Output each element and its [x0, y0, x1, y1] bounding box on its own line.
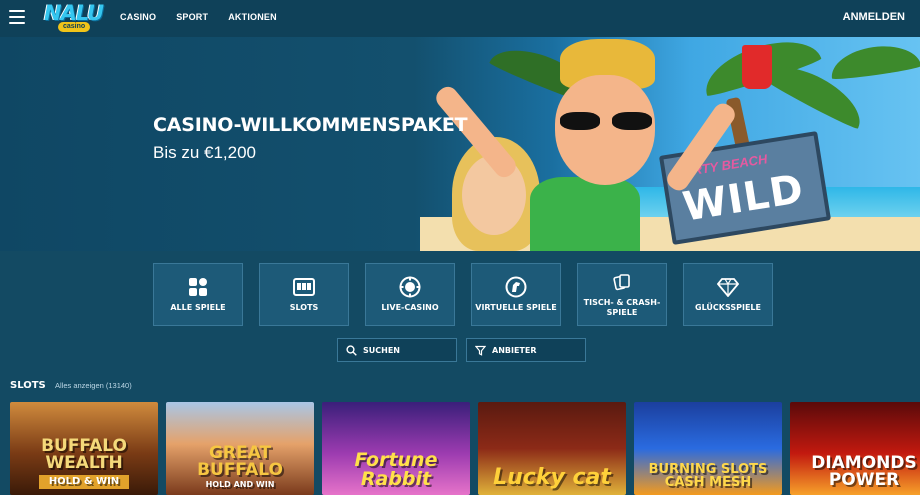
provider-label: ANBIETER — [492, 345, 537, 355]
category-tiles: ALLE SPIELE SLOTS LIVE-CASINO VIRTUELLE … — [153, 263, 773, 326]
guy-character-shirt — [530, 177, 640, 251]
game-tile[interactable]: Lucky cat — [478, 402, 626, 495]
slots-section-title: SLOTS — [10, 380, 46, 391]
category-label: ALLE SPIELE — [170, 303, 226, 312]
horse-icon — [505, 276, 527, 298]
category-lottery-games[interactable]: GLÜCKSSPIELE — [683, 263, 773, 326]
hero-subtitle: Bis zu €1,200 — [153, 143, 257, 162]
grid-icon — [187, 276, 209, 298]
top-header: NALU casino CASINO SPORT AKTIONEN ANMELD… — [0, 0, 920, 37]
game-tile[interactable]: Fortune Rabbit — [322, 402, 470, 495]
hero-title: CASINO-WILLKOMMENSPAKET — [153, 114, 468, 136]
game-title: GREAT BUFFALO HOLD AND WIN — [185, 445, 295, 495]
game-tile[interactable]: BURNING SLOTS CASH MESH — [634, 402, 782, 495]
category-label: SLOTS — [289, 303, 319, 312]
game-title: DIAMONDS POWER — [811, 453, 917, 490]
sunglasses-illustration — [560, 112, 656, 132]
category-label: VIRTUELLE SPIELE — [475, 303, 557, 312]
main-nav: CASINO SPORT AKTIONEN — [120, 12, 277, 22]
slots-game-row: BUFFALO WEALTH HOLD & WIN GREAT BUFFALO … — [10, 402, 920, 495]
diamond-icon — [717, 276, 739, 298]
logo-subtitle: casino — [58, 22, 91, 32]
cards-icon — [611, 271, 633, 293]
search-icon — [346, 344, 357, 356]
nalu-casino-logo[interactable]: NALU casino — [44, 2, 106, 34]
logo-wordmark: NALU — [44, 1, 104, 25]
category-label: LIVE-CASINO — [381, 303, 439, 312]
game-title-text: GREAT BUFFALO — [197, 443, 283, 480]
menu-icon[interactable] — [9, 10, 25, 24]
category-table-crash-games[interactable]: TISCH- & CRASH-SPIELE — [577, 263, 667, 326]
nav-aktionen[interactable]: AKTIONEN — [228, 12, 277, 22]
poker-chip-icon — [399, 276, 421, 298]
category-label: GLÜCKSSPIELE — [695, 303, 761, 312]
game-title-text: BUFFALO WEALTH — [41, 436, 127, 473]
game-tile[interactable]: BUFFALO WEALTH HOLD & WIN — [10, 402, 158, 495]
palm-leaf-illustration — [828, 40, 920, 82]
game-title: BUFFALO WEALTH HOLD & WIN — [24, 438, 144, 495]
game-title: BURNING SLOTS CASH MESH — [648, 462, 768, 490]
category-label: TISCH- & CRASH-SPIELE — [583, 298, 661, 317]
nav-casino[interactable]: CASINO — [120, 12, 156, 22]
category-live-casino[interactable]: LIVE-CASINO — [365, 263, 455, 326]
game-tile[interactable]: DIAMONDS POWER — [790, 402, 920, 495]
hero-banner[interactable]: PARTY BEACH WILD CASINO-WILLKOMMENSPAKET… — [0, 37, 920, 251]
login-button[interactable]: ANMELDEN — [843, 11, 905, 23]
category-all-games[interactable]: ALLE SPIELE — [153, 263, 243, 326]
nav-sport[interactable]: SPORT — [176, 12, 208, 22]
filter-funnel-icon — [475, 345, 486, 356]
provider-filter-button[interactable]: ANBIETER — [466, 338, 586, 362]
category-slots[interactable]: SLOTS — [259, 263, 349, 326]
category-virtual-games[interactable]: VIRTUELLE SPIELE — [471, 263, 561, 326]
slot-machine-icon — [293, 276, 315, 298]
search-input[interactable]: SUCHEN — [337, 338, 457, 362]
game-subtitle: HOLD & WIN — [39, 475, 129, 489]
search-label: SUCHEN — [363, 345, 400, 355]
red-cup-illustration — [742, 45, 772, 89]
game-subtitle: HOLD AND WIN — [205, 480, 275, 489]
show-all-slots-link[interactable]: Alles anzeigen (13140) — [55, 381, 132, 390]
game-tile[interactable]: GREAT BUFFALO HOLD AND WIN — [166, 402, 314, 495]
game-title: Fortune Rabbit — [354, 449, 438, 490]
game-title: Lucky cat — [493, 465, 611, 490]
